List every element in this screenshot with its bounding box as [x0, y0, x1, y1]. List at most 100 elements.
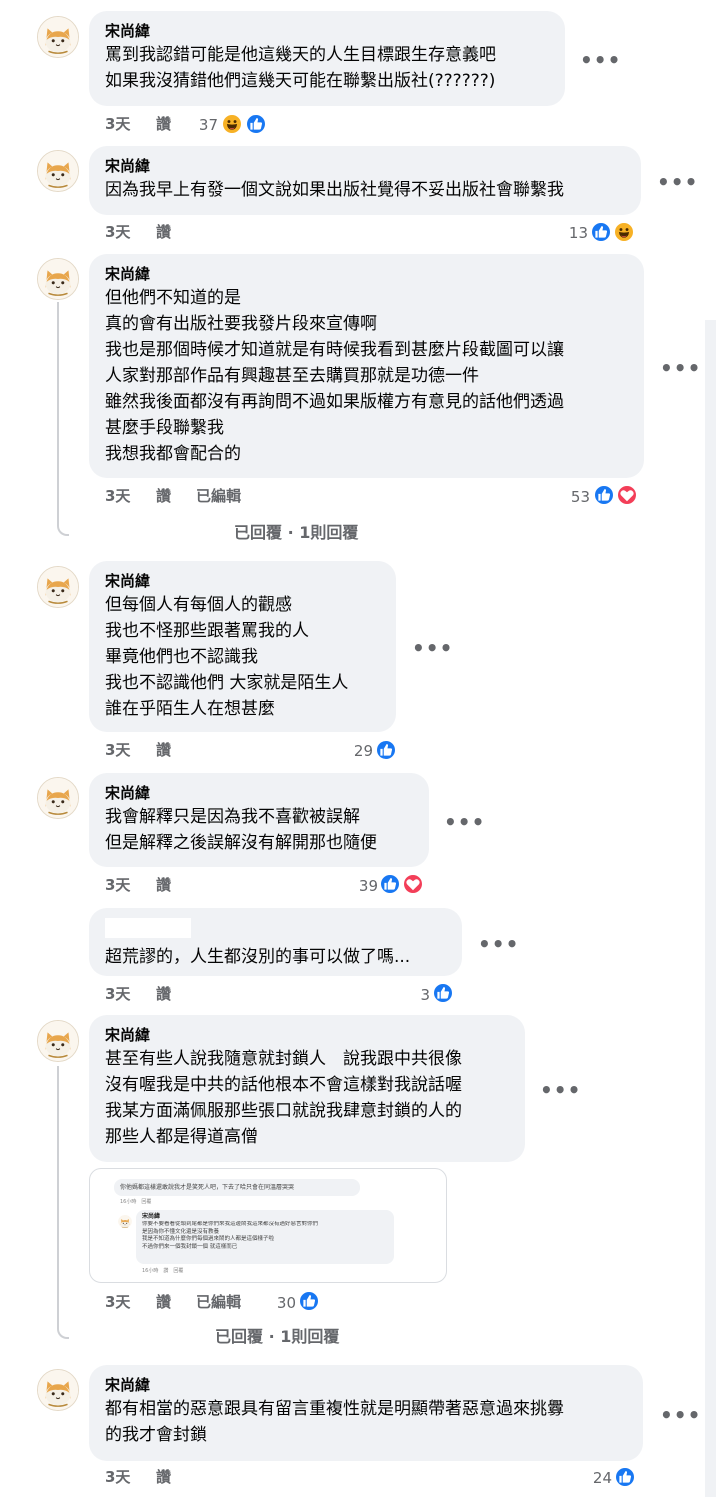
- screenshot-top-bubble: 你他媽都這樣還敢說我才是笑死人吧，下去了哈只會在同溫層哭哭: [114, 1179, 360, 1196]
- like-reaction-icon: [432, 982, 454, 1004]
- comment-line: 我也是那個時候才知道就是有時候我看到甚麼片段截圖可以讓: [105, 340, 564, 360]
- like-reaction-icon: [375, 739, 397, 761]
- comment-line: 人家對那部作品有興趣甚至去購買那就是功德一件: [105, 366, 479, 386]
- avatar[interactable]: [37, 1369, 79, 1411]
- thread-connector: [57, 1066, 69, 1339]
- love-reaction-icon: [616, 484, 638, 506]
- comment-line: 但每個人有每個人的觀感: [105, 595, 292, 615]
- comment-line: 如果我沒猜錯他們這幾天可能在聯繫出版社(??????): [105, 71, 496, 91]
- comment-time[interactable]: 3天: [105, 984, 130, 1004]
- comment-line: 超荒謬的，人生都沒別的事可以做了嗎...: [105, 947, 411, 967]
- more-options-icon[interactable]: •••: [412, 638, 453, 658]
- screenshot-line: 你要不要看看從頭到尾都是你們來我這邊鬧我這來都沒有過好惡言對你們: [142, 1221, 319, 1227]
- screenshot-top-text: 你他媽都這樣還敢說我才是笑死人吧，下去了哈只會在同溫層哭哭: [120, 1184, 295, 1191]
- comment-author[interactable]: 宋尚緯: [105, 570, 380, 592]
- comment-bubble: 宋尚緯 罵到我認錯可能是他這幾天的人生目標跟生存意義吧 如果我沒猜錯他們這幾天可…: [89, 11, 565, 106]
- redacted-author: [105, 918, 191, 938]
- avatar[interactable]: [37, 566, 79, 608]
- comment-author[interactable]: 宋尚緯: [105, 782, 413, 804]
- comment-time[interactable]: 3天: [105, 740, 130, 760]
- comment-line: 真的會有出版社要我發片段來宣傳啊: [105, 314, 377, 334]
- comment-time[interactable]: 3天: [105, 222, 130, 242]
- edited-label: 已編輯: [196, 487, 242, 505]
- comment-bubble: 宋尚緯 甚至有些人說我隨意就封鎖人 說我跟中共很像 沒有喔我是中共的話他根本不會…: [89, 1015, 525, 1162]
- haha-reaction-icon: [221, 113, 243, 135]
- comment-line: 都有相當的惡意跟具有留言重複性就是明顯帶著惡意過來挑釁: [105, 1399, 564, 1419]
- comment-line: 畢竟他們也不認識我: [105, 647, 258, 667]
- comment-line: 但他們不知道的是: [105, 288, 241, 308]
- reaction-count[interactable]: 3: [402, 985, 430, 1005]
- like-button[interactable]: 讚: [156, 740, 171, 760]
- more-options-icon[interactable]: •••: [660, 358, 701, 378]
- comment-line: 我想我都會配合的: [105, 444, 241, 464]
- comment-bubble: 超荒謬的，人生都沒別的事可以做了嗎...: [89, 908, 462, 976]
- more-options-icon[interactable]: •••: [478, 934, 519, 954]
- more-options-icon[interactable]: •••: [444, 812, 485, 832]
- more-options-icon[interactable]: •••: [540, 1080, 581, 1100]
- comment-time[interactable]: 3天: [105, 114, 130, 134]
- comment-author[interactable]: 宋尚緯: [105, 20, 549, 42]
- like-reaction-icon: [245, 113, 267, 135]
- more-options-icon[interactable]: •••: [657, 172, 698, 192]
- comment-author[interactable]: 宋尚緯: [105, 1024, 509, 1046]
- comment-line: 罵到我認錯可能是他這幾天的人生目標跟生存意義吧: [105, 45, 496, 65]
- comment-author[interactable]: 宋尚緯: [105, 263, 628, 285]
- comment-time[interactable]: 3天: [105, 1292, 130, 1312]
- comment-author[interactable]: 宋尚緯: [105, 155, 625, 177]
- screenshot-line: 是因為你不懂文化還是沒有教養: [142, 1228, 220, 1235]
- haha-reaction-icon: [613, 221, 635, 243]
- avatar[interactable]: [37, 150, 79, 192]
- screenshot-top-meta: 16小時 回覆: [120, 1199, 152, 1205]
- reaction-count[interactable]: 53: [562, 487, 590, 507]
- reaction-count[interactable]: 13: [560, 223, 588, 243]
- comment-line: 因為我早上有發一個文說如果出版社覺得不妥出版社會聯繫我: [105, 180, 564, 200]
- comment-bubble: 宋尚緯 我會解釋只是因為我不喜歡被誤解 但是解釋之後誤解沒有解開那也隨便: [89, 773, 429, 867]
- comment-line: 我也不認識他們 大家就是陌生人: [105, 673, 349, 693]
- like-button[interactable]: 讚: [156, 114, 171, 134]
- comment-line: 我也不怪那些跟著罵我的人: [105, 621, 309, 641]
- reaction-count[interactable]: 30: [268, 1293, 296, 1313]
- like-reaction-icon: [614, 1466, 636, 1488]
- comment-bubble: 宋尚緯 因為我早上有發一個文說如果出版社覺得不妥出版社會聯繫我: [89, 146, 641, 215]
- reaction-count[interactable]: 29: [345, 741, 373, 761]
- reaction-count[interactable]: 37: [190, 115, 218, 135]
- comment-time[interactable]: 3天: [105, 486, 130, 506]
- comment-line: 但是解釋之後誤解沒有解開那也隨便: [105, 833, 377, 853]
- thread-connector: [57, 302, 69, 536]
- comment-line: 我某方面滿佩服那些張口就說我肆意封鎖的人的: [105, 1101, 462, 1121]
- view-replies-link[interactable]: 已回覆 · 1則回覆: [234, 523, 358, 543]
- avatar[interactable]: [37, 16, 79, 58]
- view-replies-link[interactable]: 已回覆 · 1則回覆: [215, 1327, 339, 1347]
- comment-line: 甚至有些人說我隨意就封鎖人 說我跟中共很像: [105, 1049, 462, 1069]
- attached-screenshot-image[interactable]: 你他媽都這樣還敢說我才是笑死人吧，下去了哈只會在同溫層哭哭 16小時 回覆 宋尚…: [89, 1168, 447, 1283]
- comment-time[interactable]: 3天: [105, 875, 130, 895]
- comment-bubble: 宋尚緯 但他們不知道的是 真的會有出版社要我發片段來宣傳啊 我也是那個時候才知道…: [89, 254, 644, 478]
- screenshot-meta: 16小時 讚 回覆: [142, 1268, 184, 1274]
- screenshot-author: 宋尚緯: [142, 1213, 161, 1220]
- screenshot-line: 不過你們來一個我封鎖一個 就這樣而已: [142, 1243, 238, 1250]
- avatar[interactable]: [37, 777, 79, 819]
- like-reaction-icon: [593, 484, 615, 506]
- comment-line: 誰在乎陌生人在想甚麼: [105, 699, 275, 719]
- more-options-icon[interactable]: •••: [580, 50, 621, 70]
- reaction-count[interactable]: 39: [350, 876, 378, 896]
- like-button[interactable]: 讚: [156, 1292, 171, 1312]
- screenshot-avatar: [118, 1214, 132, 1228]
- avatar[interactable]: [37, 1020, 79, 1062]
- like-button[interactable]: 讚: [156, 984, 171, 1004]
- comment-line: 沒有喔我是中共的話他根本不會這樣對我說話喔: [105, 1075, 462, 1095]
- more-options-icon[interactable]: •••: [660, 1405, 701, 1425]
- like-button[interactable]: 讚: [156, 486, 171, 506]
- like-button[interactable]: 讚: [156, 875, 171, 895]
- comment-author[interactable]: 宋尚緯: [105, 1374, 627, 1396]
- like-reaction-icon: [379, 873, 401, 895]
- page-scrollbar-track[interactable]: [705, 320, 716, 1497]
- comment-time[interactable]: 3天: [105, 1467, 130, 1487]
- screenshot-comment-bubble: 宋尚緯 你要不要看看從頭到尾都是你們來我這邊鬧我這來都沒有過好惡言對你們 是因為…: [136, 1210, 394, 1264]
- avatar[interactable]: [37, 258, 79, 300]
- like-button[interactable]: 讚: [156, 222, 171, 242]
- love-reaction-icon: [402, 873, 424, 895]
- like-button[interactable]: 讚: [156, 1467, 171, 1487]
- comment-bubble: 宋尚緯 都有相當的惡意跟具有留言重複性就是明顯帶著惡意過來挑釁 的我才會封鎖: [89, 1365, 643, 1461]
- reaction-count[interactable]: 24: [584, 1468, 612, 1488]
